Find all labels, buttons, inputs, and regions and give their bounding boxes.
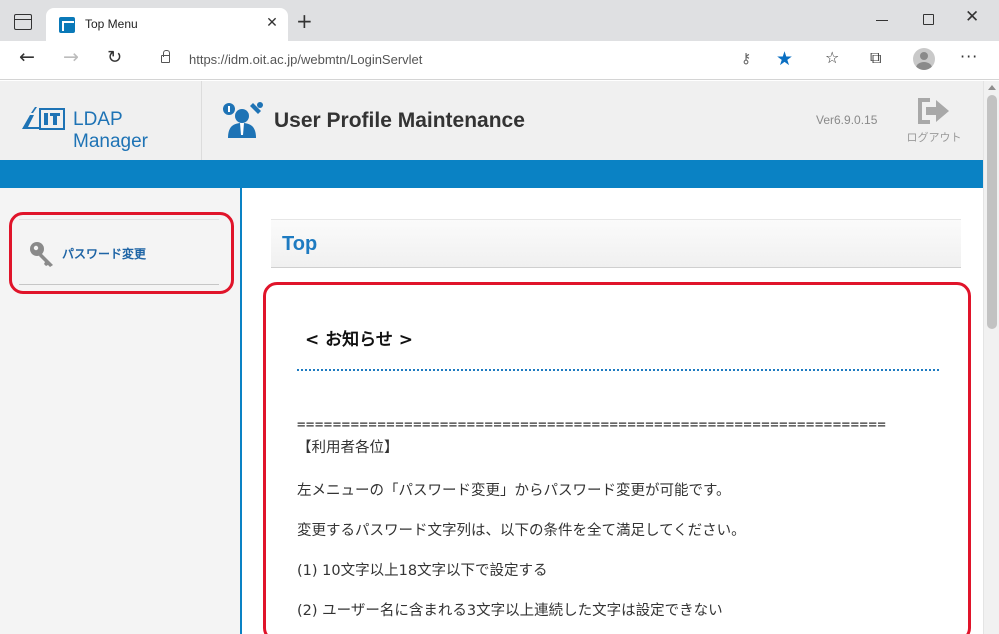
new-tab-icon[interactable]: + <box>296 11 313 31</box>
notice-title: < お知らせ > <box>305 330 413 350</box>
back-arrow-icon[interactable]: ← <box>19 48 35 67</box>
scroll-up-arrow-icon[interactable] <box>988 85 996 90</box>
main-content: Top < お知らせ > ===========================… <box>243 188 983 634</box>
tab-close-icon[interactable]: ✕ <box>263 15 281 31</box>
notice-line-rule-1: (1) 10文字以上18文字以下で設定する <box>297 563 548 579</box>
browser-tab[interactable]: Top Menu ✕ <box>46 8 288 41</box>
notice-line-menu-hint: 左メニューの「パスワード変更」からパスワード変更が可能です。 <box>297 483 731 499</box>
scrollbar-thumb[interactable] <box>987 95 997 329</box>
browser-toolbar: ← → ↻ https://idm.oit.ac.jp/webmtn/Login… <box>0 41 999 80</box>
favorites-list-icon[interactable]: ☆ <box>825 50 839 66</box>
profile-avatar-icon[interactable] <box>913 48 935 70</box>
dotted-divider <box>297 369 939 371</box>
url-text[interactable]: https://idm.oit.ac.jp/webmtn/LoginServle… <box>189 52 422 67</box>
notice-line-addressee: 【利用者各位】 <box>297 440 399 456</box>
reload-icon[interactable]: ↻ <box>107 49 122 67</box>
version-label: Ver6.9.0.15 <box>816 113 878 127</box>
favorite-star-icon[interactable]: ★ <box>776 48 793 70</box>
tab-actions-icon[interactable] <box>14 14 32 30</box>
browser-tab-bar: Top Menu ✕ + ✕ <box>0 0 999 41</box>
logout-label: ログアウト <box>906 131 962 144</box>
brand-logo: LDAP Manager <box>0 81 202 160</box>
lock-icon[interactable] <box>161 50 170 63</box>
page-title: Top <box>282 233 318 255</box>
notice-line-rule-2: (2) ユーザー名に含まれる3文字以上連続した文字は設定できない <box>297 603 723 619</box>
tab-title: Top Menu <box>85 17 138 31</box>
app-header: LDAP Manager User Profile Maintenance Ve… <box>0 81 983 160</box>
notice-panel: < お知らせ > ===============================… <box>263 282 971 634</box>
window-maximize-icon[interactable] <box>923 14 934 25</box>
window-minimize-icon[interactable] <box>876 20 888 21</box>
address-bar[interactable]: https://idm.oit.ac.jp/webmtn/LoginServle… <box>145 46 810 75</box>
separator-line: ========================================… <box>297 418 887 432</box>
password-key-icon[interactable]: ⚷ <box>741 51 751 67</box>
more-menu-icon[interactable]: ··· <box>960 47 978 66</box>
brand-name: LDAP Manager <box>73 109 148 152</box>
collections-icon[interactable]: ⧉ <box>870 50 881 66</box>
window-close-icon[interactable]: ✕ <box>965 9 979 26</box>
site-favicon-icon <box>59 17 75 33</box>
page-heading-bar: Top <box>271 219 961 268</box>
logout-icon <box>918 98 949 124</box>
header-accent-bar <box>0 160 983 188</box>
user-maintenance-icon <box>223 102 263 138</box>
web-page: LDAP Manager User Profile Maintenance Ve… <box>0 81 983 634</box>
notice-line-conditions: 変更するパスワード文字列は、以下の条件を全て満足してください。 <box>297 523 746 539</box>
page-scrollbar[interactable] <box>983 81 999 634</box>
forward-arrow-icon[interactable]: → <box>63 48 79 67</box>
app-title: User Profile Maintenance <box>274 109 525 132</box>
logout-button[interactable]: ログアウト <box>899 97 969 147</box>
ldap-manager-logo-icon <box>22 107 65 130</box>
sidebar-highlight-frame <box>9 212 234 294</box>
